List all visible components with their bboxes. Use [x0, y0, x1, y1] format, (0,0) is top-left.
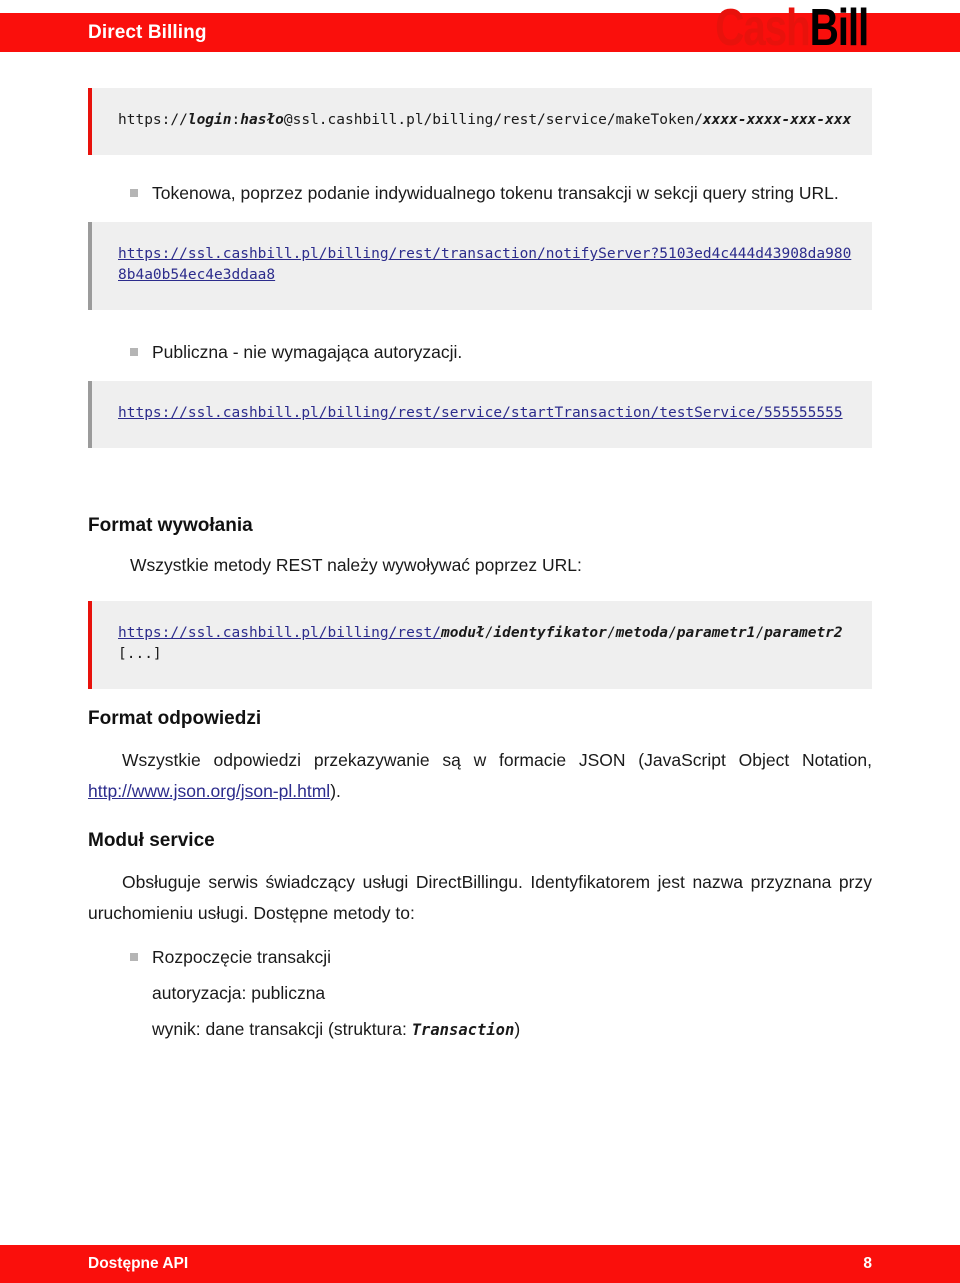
url-template-parametr2: parametr2: [764, 625, 843, 641]
paragraph-format-odpowiedzi: Wszystkie odpowiedzi przekazywanie są w …: [88, 745, 872, 807]
footer-page-number: 8: [863, 1255, 872, 1272]
code-block-notify-server: https://ssl.cashbill.pl/billing/rest/tra…: [88, 222, 872, 310]
code-block-url-template: https://ssl.cashbill.pl/billing/rest/mod…: [88, 601, 872, 689]
page-header: Direct Billing CashBill: [0, 0, 960, 70]
footer-section-label: Dostępne API: [88, 1255, 189, 1272]
square-bullet-icon: [130, 348, 138, 356]
heading-modul-service: Moduł service: [88, 830, 215, 851]
cashbill-logo: CashBill: [715, 0, 870, 57]
url-template-sep: /: [606, 625, 616, 641]
heading-format-odpowiedzi: Format odpowiedzi: [88, 708, 262, 729]
logo-text-bill: Bill: [809, 0, 870, 57]
logo-text-cash: Cash: [715, 0, 811, 57]
method-result-struct-name: Transaction: [411, 1021, 515, 1039]
paragraph-format-wywolania-intro: Wszystkie metody REST należy wywoływać p…: [130, 555, 582, 575]
list-item-label: Publiczna - nie wymagająca autoryzacji.: [152, 342, 463, 362]
square-bullet-icon: [130, 189, 138, 197]
list-item-label: Rozpoczęcie transakcji: [152, 947, 331, 967]
list-item-tokenowa: Tokenowa, poprzez podanie indywidualnego…: [88, 179, 872, 208]
heading-format-wywolania: Format wywołania: [88, 515, 253, 536]
list-item-publiczna: Publiczna - nie wymagająca autoryzacji.: [88, 338, 872, 367]
url-token-var: xxxx-xxxx-xxx-xxx: [702, 112, 852, 128]
paragraph-text-before-link: Wszystkie odpowiedzi przekazywanie są w …: [122, 750, 872, 770]
square-bullet-icon: [130, 953, 138, 961]
url-scheme: https://: [118, 112, 188, 128]
document-content: https://login:hasło@ssl.cashbill.pl/bill…: [88, 88, 872, 1045]
paragraph-text-after-link: ).: [330, 781, 341, 801]
list-item-rozpoczecie-transakcji: Rozpoczęcie transakcji: [88, 943, 872, 972]
paragraph-modul-service: Obsługuje serwis świadczący usługi Direc…: [88, 872, 872, 923]
url-colon: :: [231, 112, 241, 128]
method-result-line: wynik: dane transakcji (struktura: Trans…: [88, 1014, 872, 1045]
notify-server-url-link[interactable]: https://ssl.cashbill.pl/billing/rest/tra…: [118, 246, 851, 283]
page-title: Direct Billing: [88, 22, 207, 43]
url-login-var: login: [187, 112, 232, 128]
page-footer: Dostępne API 8: [0, 1245, 960, 1283]
url-template-sep: /: [755, 625, 765, 641]
url-template-metoda: metoda: [615, 625, 669, 641]
method-result-text-after: ): [514, 1019, 521, 1039]
url-template-base[interactable]: https://ssl.cashbill.pl/billing/rest/: [118, 625, 441, 641]
url-template-identyfikator: identyfikator: [493, 625, 607, 641]
start-transaction-url-link[interactable]: https://ssl.cashbill.pl/billing/rest/ser…: [118, 405, 843, 421]
url-template-sep: /: [668, 625, 677, 641]
json-org-link[interactable]: http://www.json.org/json-pl.html: [88, 781, 330, 801]
method-authorization-line: autoryzacja: publiczna: [152, 983, 326, 1003]
list-item-label: Tokenowa, poprzez podanie indywidualnego…: [152, 183, 839, 203]
url-template-tail: [...]: [118, 646, 162, 662]
url-template-parametr1: parametr1: [676, 625, 756, 641]
code-block-start-transaction: https://ssl.cashbill.pl/billing/rest/ser…: [88, 381, 872, 448]
url-host-path: @ssl.cashbill.pl/billing/rest/service/ma…: [283, 112, 703, 128]
code-block-make-token: https://login:hasło@ssl.cashbill.pl/bill…: [88, 88, 872, 155]
url-template-modul: moduł: [441, 625, 485, 641]
method-result-text-before: wynik: dane transakcji (struktura:: [152, 1019, 412, 1039]
url-password-var: hasło: [240, 112, 284, 128]
